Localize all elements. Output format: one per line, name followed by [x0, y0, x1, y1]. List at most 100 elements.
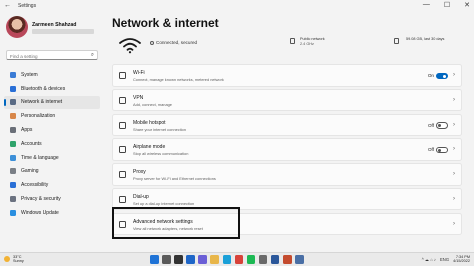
system-icon	[10, 71, 16, 78]
profile-name: Zarmeen Shahzad	[32, 22, 77, 28]
minimize-icon[interactable]: —	[423, 1, 430, 9]
vpn-icon	[119, 96, 126, 104]
search-icon[interactable]	[162, 255, 171, 264]
card-title: Dial-up	[133, 193, 149, 200]
sidebar-item-label: Accounts	[21, 140, 42, 147]
sidebar-nav: System Bluetooth & devices Network & inter…	[4, 68, 100, 220]
user-profile[interactable]: Zarmeen Shahzad	[6, 16, 102, 44]
spotify-icon[interactable]	[246, 255, 256, 264]
card-proxy[interactable]: Proxy Proxy server for Wi-Fi and Ethernet…	[112, 163, 462, 186]
chevron-right-icon[interactable]: ›	[453, 97, 455, 103]
sidebar-item-gaming[interactable]: Gaming	[4, 165, 100, 179]
highlight-box	[112, 207, 240, 239]
sidebar-item-label: Network & internet	[21, 99, 63, 106]
wifi-large-icon	[119, 38, 141, 54]
toggle-switch[interactable]	[436, 122, 448, 129]
sidebar-item-label: System	[21, 71, 38, 78]
toggle-switch[interactable]	[436, 72, 448, 79]
word-icon[interactable]	[270, 255, 280, 264]
weather-desc: Sunny	[13, 259, 24, 264]
window-controls: — ☐ ✕	[423, 1, 470, 9]
sidebar-item-label: Apps	[21, 127, 33, 134]
chrome-icon[interactable]	[234, 255, 244, 264]
maximize-icon[interactable]: ☐	[444, 1, 450, 9]
profile-email-redacted	[32, 29, 94, 34]
windows-start-icon[interactable]	[150, 255, 159, 264]
system-tray: ^ ☁ ⌂ ♪ ENG 7:34 PM 4/15/2022	[422, 255, 470, 264]
close-icon[interactable]: ✕	[464, 1, 470, 9]
sidebar-item-bluetooth-devices[interactable]: Bluetooth & devices	[4, 82, 100, 96]
edge-icon[interactable]	[222, 255, 232, 264]
card-airplane-mode[interactable]: Airplane mode Stop all wireless communica…	[112, 138, 462, 161]
card-title: VPN	[133, 94, 144, 101]
sidebar-item-privacy-security[interactable]: Privacy & security	[4, 192, 100, 206]
toggle-label: Off	[427, 147, 434, 153]
airplane-icon	[119, 146, 126, 154]
data-usage[interactable]: 59.08 GB, last 30 days	[394, 36, 464, 50]
bluetooth-icon	[10, 85, 16, 92]
settings-active-icon[interactable]	[295, 255, 304, 264]
chevron-right-icon[interactable]: ›	[453, 146, 455, 152]
sidebar-item-apps[interactable]: Apps	[4, 123, 100, 137]
task-view-icon[interactable]	[174, 255, 183, 264]
card-title: Airplane mode	[133, 144, 166, 151]
proxy-icon	[119, 171, 126, 179]
toggle-label: On	[427, 73, 434, 78]
weather-widget[interactable]: 33°C Sunny	[4, 255, 24, 263]
update-icon	[10, 209, 16, 216]
taskbar: 33°C Sunny ^ ☁ ⌂ ♪ ENG 7:34 PM 4/15/2022	[0, 252, 474, 266]
gaming-icon	[10, 168, 16, 175]
search-input[interactable]	[10, 53, 88, 59]
sidebar-item-label: Personalization	[21, 113, 56, 120]
search-icon[interactable]: ⌕	[91, 52, 94, 59]
sidebar-item-system[interactable]: System	[4, 68, 100, 82]
sidebar-item-network-internet[interactable]: Network & internet	[4, 95, 100, 110]
toggle-switch[interactable]	[436, 146, 448, 154]
settings-gear-icon[interactable]	[258, 255, 268, 264]
widgets-icon[interactable]	[186, 255, 195, 264]
chevron-right-icon[interactable]: ›	[453, 171, 455, 177]
chevron-right-icon[interactable]: ›	[453, 72, 455, 78]
chat-icon[interactable]	[198, 255, 207, 264]
network-type: Public network	[300, 37, 325, 41]
language-indicator[interactable]: ENG	[440, 257, 449, 262]
accessibility-icon	[10, 182, 16, 189]
toggle-label: Off	[427, 122, 434, 128]
avatar	[6, 16, 28, 38]
chevron-right-icon[interactable]: ›	[453, 122, 455, 128]
file-explorer-icon[interactable]	[210, 255, 219, 264]
mail-icon[interactable]	[283, 255, 292, 264]
sidebar-item-personalization[interactable]: Personalization	[4, 109, 100, 123]
chevron-right-icon[interactable]: ›	[453, 221, 455, 227]
apps-icon	[10, 127, 16, 134]
sidebar-item-label: Gaming	[21, 168, 39, 175]
clock[interactable]: 7:34 PM 4/15/2022	[453, 255, 470, 264]
data-usage-icon	[394, 38, 399, 44]
chevron-right-icon[interactable]: ›	[453, 196, 455, 202]
card-subtitle: Stop all wireless communication	[133, 151, 189, 157]
back-arrow-icon[interactable]: ←	[4, 2, 11, 9]
app-title: Settings	[18, 3, 37, 9]
card-title: Mobile hotspot	[133, 119, 166, 126]
sidebar-item-accessibility[interactable]: Accessibility	[4, 178, 100, 192]
card-vpn[interactable]: VPN Add, connect, manage ›	[112, 88, 462, 112]
sidebar-item-windows-update[interactable]: Windows Update	[4, 206, 100, 220]
card-subtitle: Connect, manage known networks, metered …	[133, 77, 224, 82]
sidebar-item-label: Accessibility	[21, 182, 49, 189]
card-subtitle: Set up a dial-up internet connection	[133, 200, 195, 206]
card-wi-fi[interactable]: Wi-Fi Connect, manage known networks, met…	[112, 64, 462, 87]
data-usage-label: 59.08 GB, last 30 days	[406, 37, 445, 41]
tray-icons[interactable]: ^ ☁ ⌂ ♪	[422, 257, 436, 262]
search-box[interactable]: ⌕	[6, 50, 98, 60]
card-subtitle: Proxy server for Wi-Fi and Ethernet conn…	[133, 176, 216, 182]
page-title: Network & internet	[112, 16, 219, 30]
card-mobile-hotspot[interactable]: Mobile hotspot Share your internet connec…	[112, 113, 462, 137]
properties-icon	[290, 38, 295, 44]
network-properties[interactable]: Public network 2.4 GHz	[290, 36, 350, 50]
dialup-icon	[119, 195, 126, 203]
sidebar-item-accounts[interactable]: Accounts	[4, 137, 100, 151]
card-subtitle: Add, connect, manage	[133, 101, 172, 107]
network-band: 2.4 GHz	[300, 42, 314, 46]
sidebar-item-time-language[interactable]: Time & language	[4, 151, 100, 165]
shield-icon	[10, 196, 16, 203]
